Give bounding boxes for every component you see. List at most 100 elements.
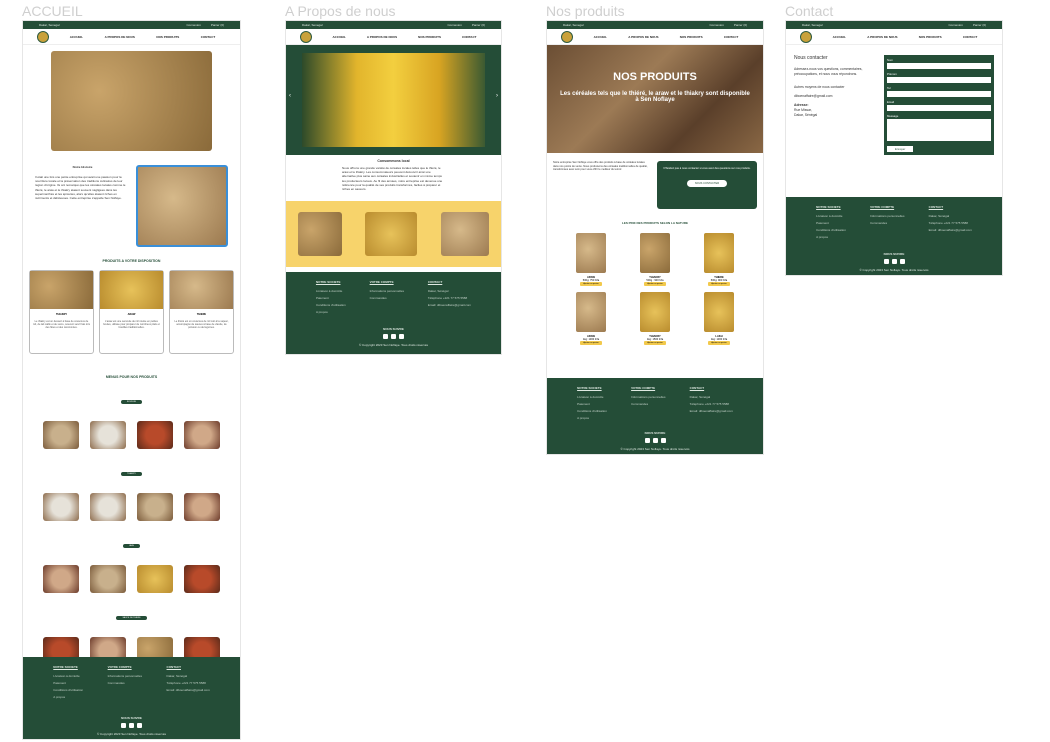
nav-accueil[interactable]: ACCUEIL (70, 35, 83, 39)
footer-link[interactable]: Commandes (108, 681, 142, 685)
add-to-cart[interactable]: Ajouter au panier (580, 282, 602, 286)
dish-image (137, 493, 174, 521)
cart-link[interactable]: Panier (0) (472, 23, 485, 27)
product-item[interactable]: ARAW 500g: 750 fcfa Ajouter au panier (559, 233, 623, 286)
chevron-left-icon[interactable]: ‹ (289, 93, 291, 99)
footer-link[interactable]: Commandes (631, 402, 665, 406)
contact-button[interactable]: NOUS CONTACTER (687, 180, 727, 187)
menu-group-label[interactable]: THIAKRY (121, 472, 142, 476)
footer-link[interactable]: A propos (53, 695, 83, 699)
footer-link[interactable]: Conditions d'utilisation (816, 228, 846, 232)
logo[interactable] (561, 30, 573, 43)
add-to-cart[interactable]: Ajouter au panier (644, 282, 666, 286)
cart-link[interactable]: Panier (0) (973, 23, 986, 27)
product-item[interactable]: THIAKRY 1kg: 1500 fcfa Ajouter au panier (623, 292, 687, 345)
logo[interactable] (300, 30, 312, 43)
add-to-cart[interactable]: Ajouter au panier (580, 341, 602, 345)
contact-email[interactable]: diboenaffaire@gmail.com (794, 94, 874, 99)
frame-title-contact: Contact (785, 3, 834, 19)
product-card[interactable]: THIAKRY Le thiakry est un dessert à base… (29, 270, 94, 354)
phone-field[interactable] (887, 91, 991, 97)
footer-link[interactable]: A propos (316, 310, 346, 314)
add-to-cart[interactable]: Ajouter au panier (708, 282, 730, 286)
nav-contact[interactable]: CONTACT (201, 35, 215, 39)
menu-group-label[interactable]: BOUILLIE (120, 400, 142, 404)
nav-accueil[interactable]: ACCUEIL (594, 35, 607, 39)
nav-apropos[interactable]: A PROPOS DE NOUS (367, 35, 397, 39)
cart-link[interactable]: Panier (0) (734, 23, 747, 27)
nav-produits[interactable]: NOS PRODUITS (919, 35, 942, 39)
nav-accueil[interactable]: ACCUEIL (833, 35, 846, 39)
footer-link[interactable]: Paiement (53, 681, 83, 685)
nav-apropos[interactable]: A PROPOS DE NOUS (628, 35, 658, 39)
facebook-icon[interactable] (660, 438, 666, 443)
nav-apropos[interactable]: A PROPOS DE NOUS (105, 35, 135, 39)
footer-link[interactable]: Livraison à domicile (816, 214, 846, 218)
footer-col-title: CONTACT (928, 205, 944, 209)
footer-link[interactable]: A propos (816, 235, 846, 239)
footer-link[interactable]: A propos (577, 416, 607, 420)
footer-link[interactable]: Conditions d'utilisation (316, 303, 346, 307)
footer-link[interactable]: Informations personnelles (370, 289, 404, 293)
footer-link[interactable]: Livraison à domicile (316, 289, 346, 293)
nav-produits[interactable]: NOS PRODUITS (418, 35, 441, 39)
login-link[interactable]: Connexion (948, 23, 962, 27)
message-field[interactable] (887, 119, 991, 141)
facebook-icon[interactable] (899, 259, 905, 264)
chevron-right-icon[interactable]: › (496, 93, 498, 99)
instagram-icon[interactable] (891, 259, 897, 264)
footer-link[interactable]: Informations personnelles (108, 674, 142, 678)
footer-link[interactable]: Commandes (370, 296, 404, 300)
logo[interactable] (37, 30, 49, 43)
footer-col-title: VOTRE COMPTE (631, 386, 656, 390)
nav-contact[interactable]: CONTACT (462, 35, 476, 39)
send-button[interactable]: Envoyer (887, 146, 914, 152)
menu-group-label[interactable]: SAUCE DE THIERE (116, 616, 147, 620)
footer-link[interactable]: Informations personnelles (870, 214, 904, 218)
tiktok-icon[interactable] (121, 723, 126, 728)
add-to-cart[interactable]: Ajouter au panier (644, 341, 666, 345)
footer-link[interactable]: Informations personnelles (631, 395, 665, 399)
footer-link[interactable]: Paiement (316, 296, 346, 300)
footer-link[interactable]: Commandes (870, 221, 904, 225)
nav-produits[interactable]: NOS PRODUITS (156, 35, 179, 39)
facebook-icon[interactable] (137, 723, 142, 728)
login-link[interactable]: Connexion (709, 23, 723, 27)
history-text: Il était une fois une petite entreprise … (35, 175, 126, 200)
nav-contact[interactable]: CONTACT (724, 35, 738, 39)
instagram-icon[interactable] (391, 334, 396, 339)
nav-produits[interactable]: NOS PRODUITS (680, 35, 703, 39)
instagram-icon[interactable] (652, 438, 658, 443)
nav-contact[interactable]: CONTACT (963, 35, 977, 39)
menu-group-label[interactable]: LAKH (122, 544, 141, 548)
product-item[interactable]: ARAW 1kg: 1300 fcfa Ajouter au panier (559, 292, 623, 345)
footer-link[interactable]: Paiement (577, 402, 607, 406)
nav-apropos[interactable]: A PROPOS DE NOUS (867, 35, 897, 39)
tiktok-icon[interactable] (883, 259, 889, 264)
footer-link[interactable]: Livraison à domicile (53, 674, 83, 678)
product-item[interactable]: THIERE 500g: 900 fcfa Ajouter au panier (687, 233, 751, 286)
product-item[interactable]: LAKH 1kg: 1300 fcfa Ajouter au panier (687, 292, 751, 345)
product-item[interactable]: THIAKRY 500g : 900 fcfa Ajouter au panier (623, 233, 687, 286)
instagram-icon[interactable] (129, 723, 134, 728)
login-link[interactable]: Connexion (447, 23, 461, 27)
footer-link[interactable]: Livraison à domicile (577, 395, 607, 399)
cart-link[interactable]: Panier (0) (211, 23, 224, 27)
product-card[interactable]: ARAW L'araw est une semoule de mil roulé… (99, 270, 164, 354)
firstname-field[interactable] (887, 77, 991, 83)
footer-link[interactable]: Conditions d'utilisation (577, 409, 607, 413)
nav-accueil[interactable]: ACCUEIL (333, 35, 346, 39)
email-field[interactable] (887, 105, 991, 111)
tiktok-icon[interactable] (383, 334, 388, 339)
footer-link[interactable]: Paiement (816, 221, 846, 225)
footer-link[interactable]: Conditions d'utilisation (53, 688, 83, 692)
login-link[interactable]: Connexion (186, 23, 200, 27)
logo[interactable] (800, 30, 812, 43)
product-card[interactable]: THIERE Le thiéré est un couscous de mil … (169, 270, 234, 354)
facebook-icon[interactable] (399, 334, 404, 339)
footer-col-title: NOTRE SOCIETE (816, 205, 841, 209)
tiktok-icon[interactable] (644, 438, 650, 443)
footer-text: Téléphone +221 77 575 5588 (166, 681, 206, 685)
name-field[interactable] (887, 63, 991, 69)
add-to-cart[interactable]: Ajouter au panier (708, 341, 730, 345)
